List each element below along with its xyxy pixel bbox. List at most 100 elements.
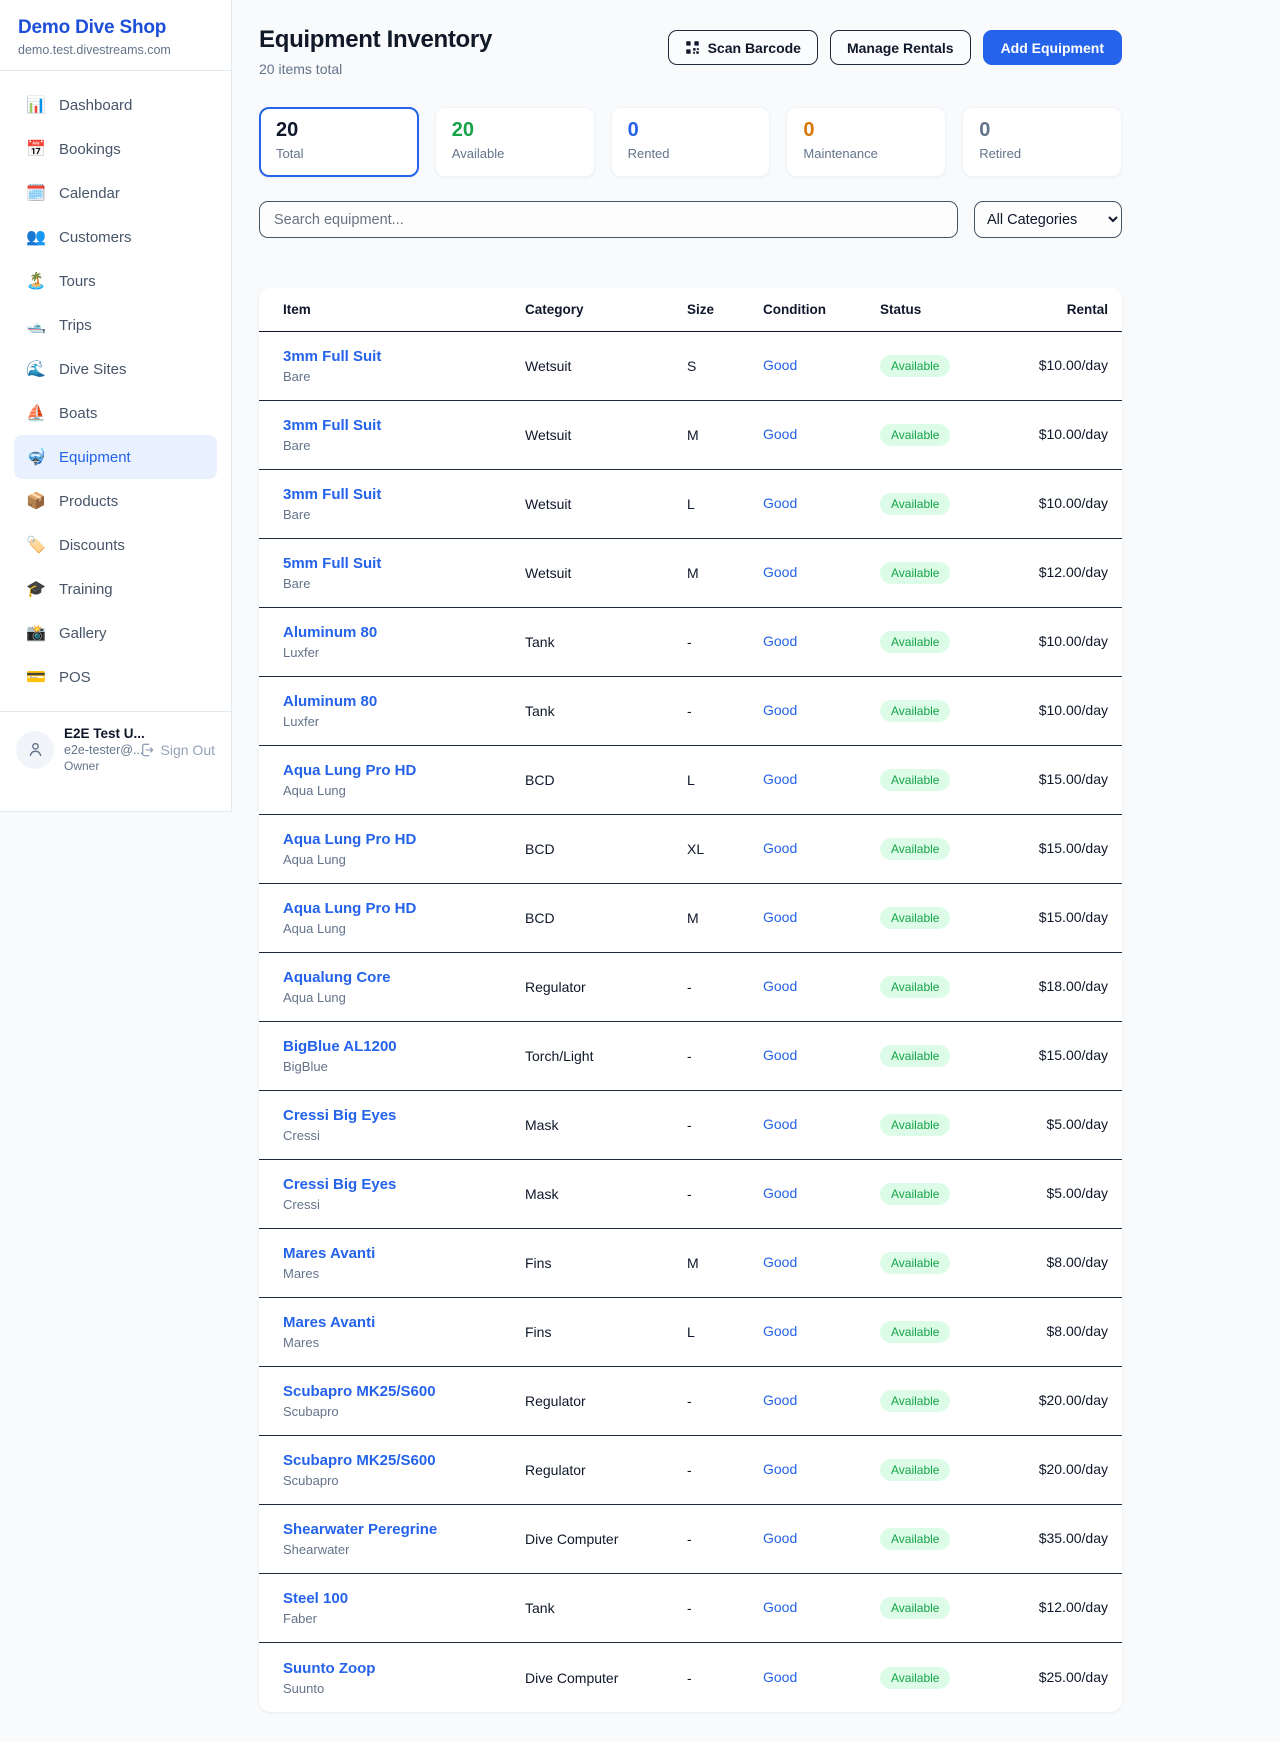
sidebar-item-calendar[interactable]: 🗓️ Calendar	[14, 171, 217, 215]
item-name-link[interactable]: 3mm Full Suit	[283, 486, 525, 503]
add-equipment-button[interactable]: Add Equipment	[983, 30, 1122, 65]
status-badge: Available	[880, 976, 950, 998]
item-name-link[interactable]: Mares Avanti	[283, 1245, 525, 1262]
stat-card-available[interactable]: 20 Available	[435, 107, 595, 177]
sidebar-item-trips[interactable]: 🛥️ Trips	[14, 303, 217, 347]
item-condition-link[interactable]: Good	[763, 1047, 797, 1063]
item-size: -	[687, 703, 763, 719]
table-row-steel-100: Steel 100 Faber Tank - Good Available $1…	[259, 1574, 1122, 1643]
table-row-aluminum-80: Aluminum 80 Luxfer Tank - Good Available…	[259, 608, 1122, 677]
sidebar-item-discounts[interactable]: 🏷️ Discounts	[14, 523, 217, 567]
sidebar-item-boats[interactable]: ⛵ Boats	[14, 391, 217, 435]
item-size: M	[687, 1255, 763, 1271]
status-badge: Available	[880, 1321, 950, 1343]
status-badge: Available	[880, 1114, 950, 1136]
brand-title[interactable]: Demo Dive Shop	[18, 17, 213, 39]
sidebar-item-products[interactable]: 📦 Products	[14, 479, 217, 523]
item-rental-price: $10.00/day	[1039, 633, 1108, 649]
sidebar-item-tours[interactable]: 🏝️ Tours	[14, 259, 217, 303]
item-name-link[interactable]: Scubapro MK25/S600	[283, 1383, 525, 1400]
stat-card-total[interactable]: 20 Total	[259, 107, 419, 177]
item-condition-link[interactable]: Good	[763, 771, 797, 787]
sidebar-item-bookings[interactable]: 📅 Bookings	[14, 127, 217, 171]
user-name: E2E Test U...	[64, 726, 129, 741]
item-condition-link[interactable]: Good	[763, 978, 797, 994]
sidebar-item-pos[interactable]: 💳 POS	[14, 655, 217, 699]
item-name-link[interactable]: Suunto Zoop	[283, 1660, 525, 1677]
status-badge: Available	[880, 700, 950, 722]
item-name-link[interactable]: Cressi Big Eyes	[283, 1176, 525, 1193]
item-condition-link[interactable]: Good	[763, 426, 797, 442]
nav-item-icon: 📦	[26, 491, 46, 511]
item-name-link[interactable]: Steel 100	[283, 1590, 525, 1607]
nav-item-label: Dashboard	[59, 97, 132, 114]
stat-value: 0	[803, 119, 929, 142]
item-name-link[interactable]: Mares Avanti	[283, 1314, 525, 1331]
item-name-link[interactable]: BigBlue AL1200	[283, 1038, 525, 1055]
nav-item-icon: 💳	[26, 667, 46, 687]
item-name-link[interactable]: Cressi Big Eyes	[283, 1107, 525, 1124]
item-brand: Bare	[283, 576, 525, 591]
item-name-link[interactable]: 3mm Full Suit	[283, 348, 525, 365]
item-condition-link[interactable]: Good	[763, 1461, 797, 1477]
item-condition-link[interactable]: Good	[763, 1185, 797, 1201]
item-condition-link[interactable]: Good	[763, 1116, 797, 1132]
column-header-rental: Rental	[1025, 302, 1122, 317]
item-condition-link[interactable]: Good	[763, 633, 797, 649]
item-name-link[interactable]: Shearwater Peregrine	[283, 1521, 525, 1538]
item-condition-link[interactable]: Good	[763, 1530, 797, 1546]
item-name-link[interactable]: Aluminum 80	[283, 693, 525, 710]
brand-domain: demo.test.divestreams.com	[18, 43, 213, 57]
equipment-table: Item Category Size Condition Status Rent…	[259, 288, 1122, 1712]
user-icon	[26, 740, 45, 759]
item-name-link[interactable]: Aqualung Core	[283, 969, 525, 986]
sidebar-item-equipment[interactable]: 🤿 Equipment	[14, 435, 217, 479]
item-condition-link[interactable]: Good	[763, 1599, 797, 1615]
nav-item-icon: 📊	[26, 95, 46, 115]
category-select[interactable]: All Categories	[974, 201, 1122, 238]
column-header-status: Status	[880, 302, 1025, 317]
scan-barcode-button[interactable]: Scan Barcode	[668, 30, 818, 65]
item-condition-link[interactable]: Good	[763, 1323, 797, 1339]
table-row-aqua-lung-pro-hd: Aqua Lung Pro HD Aqua Lung BCD L Good Av…	[259, 746, 1122, 815]
barcode-icon	[685, 40, 700, 55]
item-name-link[interactable]: Aqua Lung Pro HD	[283, 900, 525, 917]
item-condition-link[interactable]: Good	[763, 1392, 797, 1408]
item-brand: Shearwater	[283, 1542, 525, 1557]
item-name-link[interactable]: 3mm Full Suit	[283, 417, 525, 434]
item-condition-link[interactable]: Good	[763, 564, 797, 580]
item-condition-link[interactable]: Good	[763, 840, 797, 856]
stat-card-maintenance[interactable]: 0 Maintenance	[786, 107, 946, 177]
item-name-link[interactable]: Aluminum 80	[283, 624, 525, 641]
item-condition-link[interactable]: Good	[763, 702, 797, 718]
manage-rentals-button[interactable]: Manage Rentals	[830, 30, 971, 65]
sidebar-item-training[interactable]: 🎓 Training	[14, 567, 217, 611]
item-name-link[interactable]: Aqua Lung Pro HD	[283, 762, 525, 779]
item-rental-price: $10.00/day	[1039, 426, 1108, 442]
status-badge: Available	[880, 907, 950, 929]
stat-card-retired[interactable]: 0 Retired	[962, 107, 1122, 177]
item-condition-link[interactable]: Good	[763, 909, 797, 925]
item-name-link[interactable]: Scubapro MK25/S600	[283, 1452, 525, 1469]
item-category: Wetsuit	[525, 565, 687, 581]
item-condition-link[interactable]: Good	[763, 357, 797, 373]
sidebar-item-dive-sites[interactable]: 🌊 Dive Sites	[14, 347, 217, 391]
item-rental-price: $5.00/day	[1047, 1116, 1109, 1132]
item-condition-link[interactable]: Good	[763, 495, 797, 511]
sidebar-item-customers[interactable]: 👥 Customers	[14, 215, 217, 259]
main-content: Equipment Inventory 20 items total	[232, 0, 1280, 1712]
item-category: Mask	[525, 1186, 687, 1202]
search-input[interactable]	[259, 201, 958, 238]
nav-item-icon: 👥	[26, 227, 46, 247]
sidebar-item-gallery[interactable]: 📸 Gallery	[14, 611, 217, 655]
item-condition-link[interactable]: Good	[763, 1669, 797, 1685]
item-category: Dive Computer	[525, 1670, 687, 1686]
item-condition-link[interactable]: Good	[763, 1254, 797, 1270]
item-name-link[interactable]: Aqua Lung Pro HD	[283, 831, 525, 848]
item-name-link[interactable]: 5mm Full Suit	[283, 555, 525, 572]
stat-card-rented[interactable]: 0 Rented	[611, 107, 771, 177]
item-rental-price: $5.00/day	[1047, 1185, 1109, 1201]
sidebar-item-dashboard[interactable]: 📊 Dashboard	[14, 83, 217, 127]
sign-out-button[interactable]: Sign Out	[139, 742, 215, 758]
nav-item-icon: 🏷️	[26, 535, 46, 555]
